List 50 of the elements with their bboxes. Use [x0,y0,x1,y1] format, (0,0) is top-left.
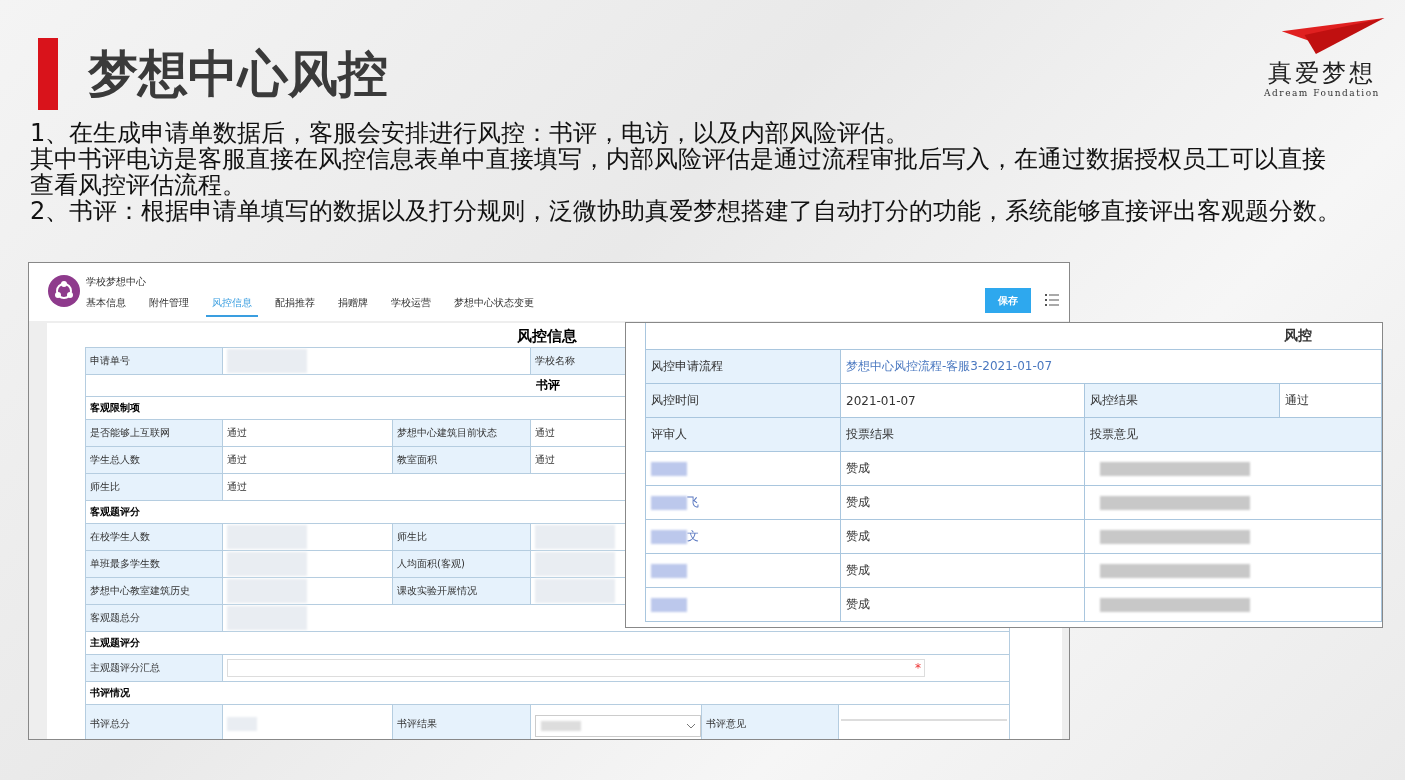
required-mark: * [915,661,921,675]
tab[interactable]: 梦想中心状态变更 [448,295,540,317]
field-label: 师生比 [86,474,223,501]
tab[interactable]: 基本信息 [80,295,132,317]
slide-title: 梦想中心风控 [88,44,388,105]
field-label: 人均面积(客观) [393,551,531,578]
caret-icon [687,723,695,729]
menu-icon[interactable] [1045,294,1059,306]
field-label: 梦想中心建筑目前状态 [393,420,531,447]
vote-result: 赞成 [841,554,1085,588]
column-header: 投票意见 [1085,418,1382,452]
vote-result: 赞成 [841,520,1085,554]
field-label: 风控结果 [1085,384,1280,418]
tab[interactable]: 捐赠牌 [332,295,374,317]
title-accent-bar [38,38,58,110]
field-label: 风控时间 [646,384,841,418]
logo-name: 真爱梦想 [1268,58,1376,88]
form-title: 风控信息 [516,326,578,347]
field-label: 师生比 [393,524,531,551]
field-label: 申请单号 [86,348,223,375]
paragraph: 其中书评电访是客服直接在风控信息表单中直接填写，内部风险评估是通过流程审批后写入，在通过数据授权员工可以直接查看风控评估流程。 [30,146,1327,198]
app-title: 学校梦想中心 [86,275,147,289]
column-header: 投票结果 [841,418,1085,452]
dropdown-field[interactable] [535,715,701,737]
field-label: 梦想中心教室建筑历史 [86,578,223,605]
tab[interactable]: 配捐推荐 [269,295,321,317]
vote-result: 赞成 [841,452,1085,486]
field-label: 课改实验开展情况 [393,578,531,605]
field-label: 书评总分 [86,705,223,739]
field-label: 主观题评分汇总 [86,655,223,682]
field-label: 客观题总分 [86,605,223,632]
field-label: 书评结果 [393,705,531,739]
vote-result: 赞成 [841,588,1085,622]
field-label: 是否能够上互联网 [86,420,223,447]
field-label: 书评意见 [702,705,839,739]
paragraph: 1、在生成申请单数据后，客服会安排进行风控：书评，电访，以及内部风险评估。 [30,120,911,146]
reviewer-name: 文 [687,528,699,545]
column-header: 评审人 [646,418,841,452]
logo-tagline: Adream Foundation [1264,88,1380,98]
field-label: 在校学生人数 [86,524,223,551]
app-avatar-icon [48,275,80,307]
field-label: 风控申请流程 [646,350,841,384]
vote-result: 赞成 [841,486,1085,520]
tab[interactable]: 附件管理 [143,295,195,317]
paragraph: 2、书评：根据申请单填写的数据以及打分规则，泛微协助真爱梦想搭建了自动打分的功能，系统能够直接评出客观题分数。 [30,198,1343,224]
text-field[interactable] [227,659,925,677]
field-label: 教室面积 [393,447,531,474]
tab[interactable]: 学校运营 [385,295,437,317]
field-label: 学生总人数 [86,447,223,474]
field-label: 单班最多学生数 [86,551,223,578]
